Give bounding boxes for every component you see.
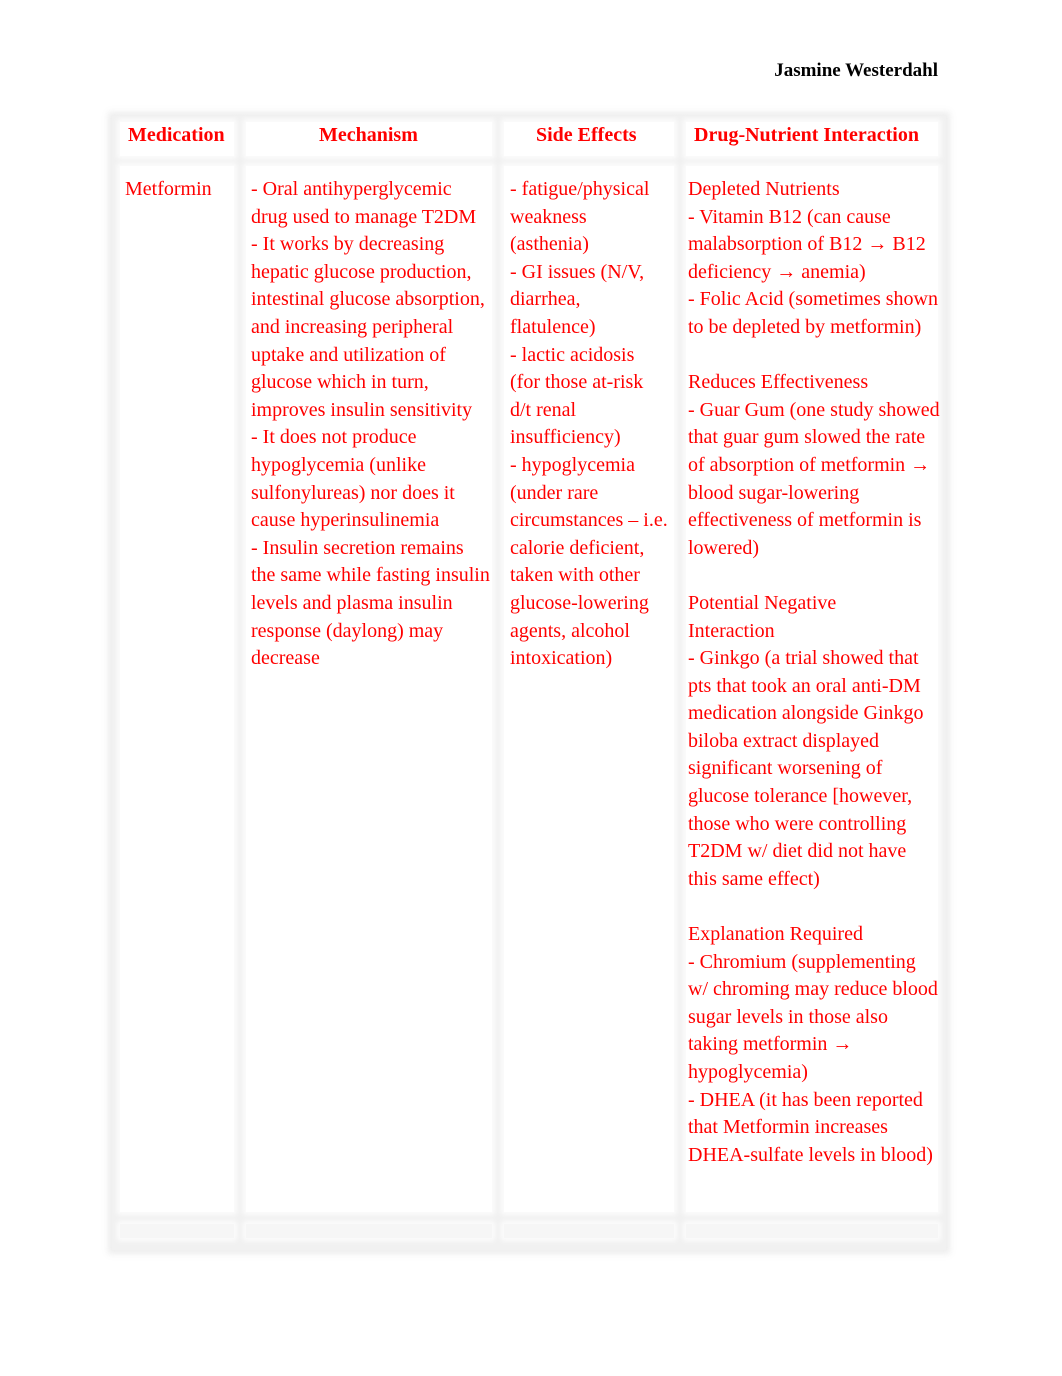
row1-cell-medication	[120, 166, 234, 1212]
side-effects-cell: - fatigue/physical weakness (asthenia) -…	[510, 176, 668, 673]
header-mechanism: Mechanism	[319, 124, 418, 146]
header-side-effects: Side Effects	[536, 124, 637, 146]
side-effect-item: - lactic acidosis (for those at-risk d/t…	[510, 343, 644, 449]
mechanism-line: - It works by decreasing hepatic glucose…	[251, 233, 485, 421]
medication-name: Metformin	[125, 178, 212, 200]
side-effect-item: - GI issues (N/V, diarrhea, flatulence)	[510, 260, 645, 338]
mechanism-line: - It does not produce hypoglycemia (unli…	[251, 426, 455, 532]
interaction-item: - Vitamin B12 (can cause malabsorption o…	[688, 205, 926, 283]
interaction-item: - DHEA (it has been reported that Metfor…	[688, 1088, 933, 1166]
interaction-item: - Ginkgo (a trial showed that pts that t…	[688, 647, 924, 890]
author-name: Jasmine Westerdahl	[774, 60, 938, 81]
section-title-depleted-nutrients: Depleted Nutrients	[688, 178, 840, 200]
row2-cell-mechanism	[246, 1224, 492, 1238]
side-effect-item: - fatigue/physical weakness (asthenia)	[510, 178, 650, 256]
header-interaction: Drug-Nutrient Interaction	[694, 124, 919, 146]
header-medication: Medication	[128, 124, 225, 146]
mechanism-cell: - Oral antihyperglycemic drug used to ma…	[251, 176, 493, 673]
side-effect-item: - hypoglycemia (under rare circumstances…	[510, 453, 668, 670]
interaction-cell: Depleted Nutrients - Vitamin B12 (can ca…	[688, 176, 940, 1169]
mechanism-line: - Oral antihyperglycemic drug used to ma…	[251, 178, 477, 228]
row2-cell-medication	[120, 1224, 234, 1238]
interaction-item: - Guar Gum (one study showed that guar g…	[688, 398, 940, 559]
row2-cell-interaction	[686, 1224, 938, 1238]
section-title-potential-negative: Potential Negative Interaction	[688, 591, 837, 642]
interaction-item: - Chromium (supplementing w/ chroming ma…	[688, 950, 938, 1083]
section-title-explanation-required: Explanation Required	[688, 923, 863, 946]
section-title-reduces-effectiveness: Reduces Effectiveness	[688, 371, 869, 394]
interaction-item: - Folic Acid (sometimes shown to be depl…	[688, 288, 938, 338]
mechanism-line: - Insulin secretion remains the same whi…	[251, 536, 490, 670]
row2-cell-side-effects	[504, 1224, 674, 1238]
